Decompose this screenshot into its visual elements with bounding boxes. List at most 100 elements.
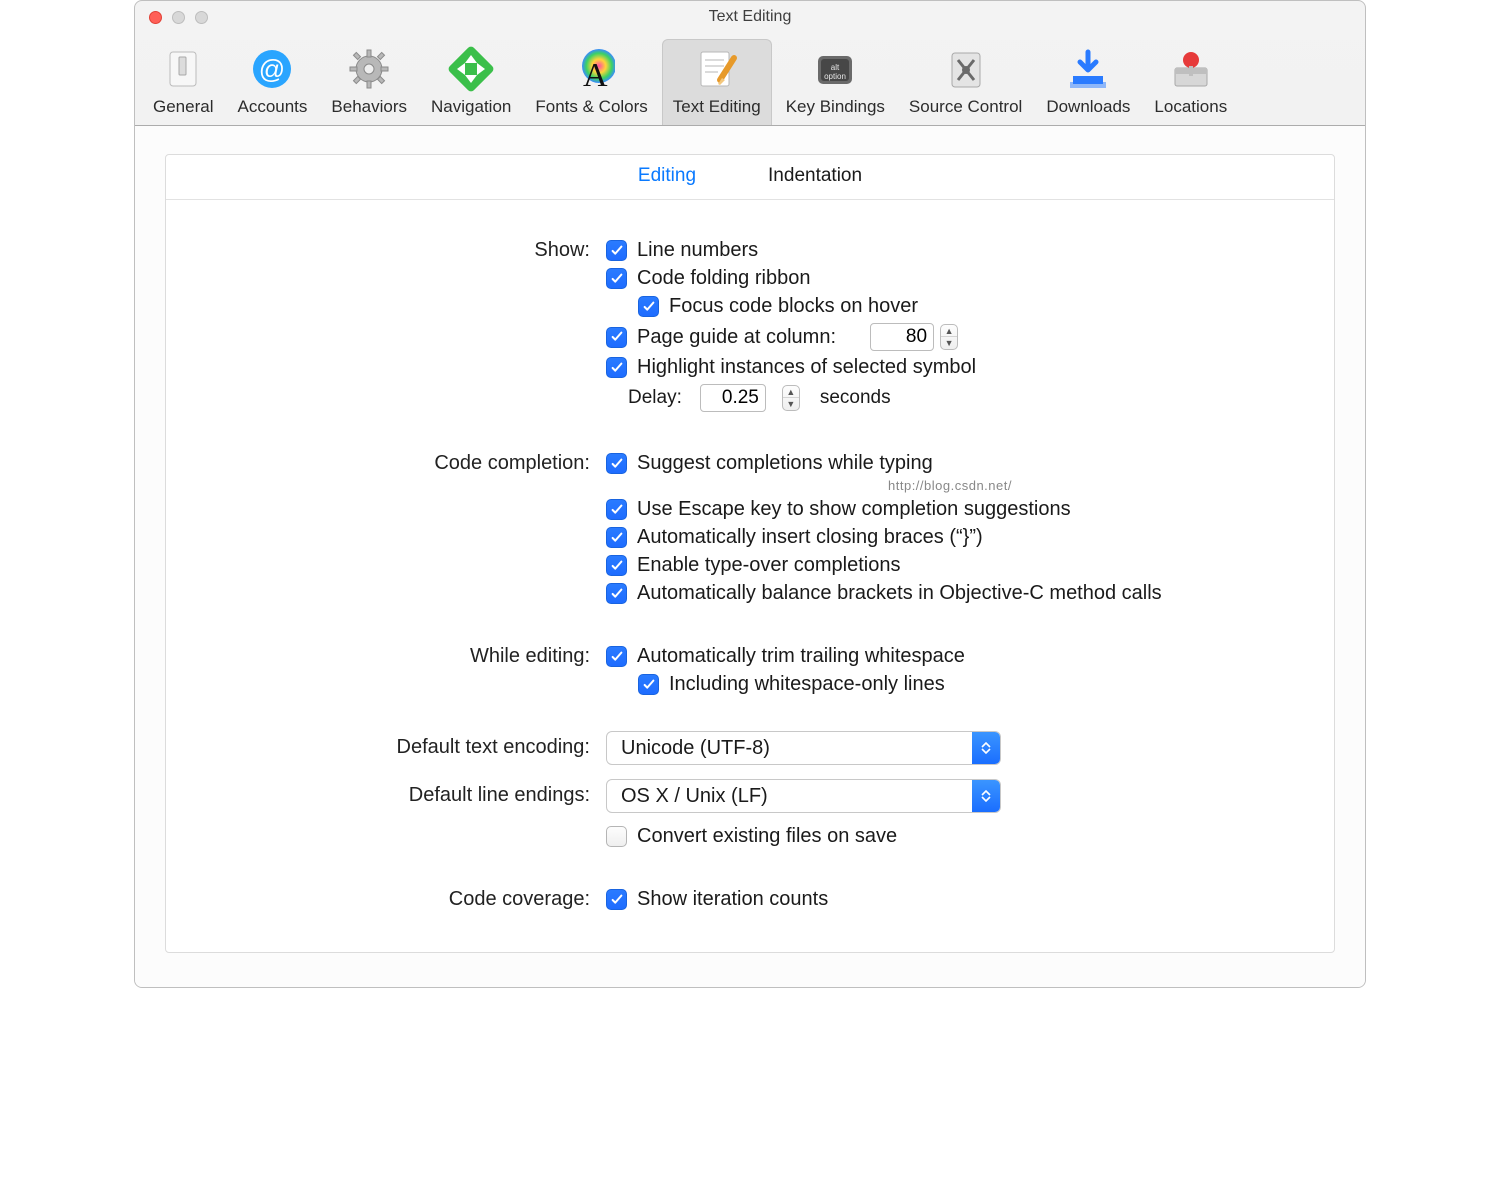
prefs-toolbar: General @ Accounts Behaviors Navigation <box>135 33 1365 126</box>
toolbar-item-fonts-colors[interactable]: A Fonts & Colors <box>525 40 657 125</box>
tabbar: Editing Indentation <box>166 155 1334 200</box>
toolbar-label: Behaviors <box>331 97 407 117</box>
checkbox-suggest[interactable] <box>606 453 627 474</box>
minimize-button[interactable] <box>172 11 185 24</box>
toolbar-item-navigation[interactable]: Navigation <box>421 40 521 125</box>
label-highlight-selected: Highlight instances of selected symbol <box>637 356 976 379</box>
section-coverage: Code coverage: Show iteration counts <box>206 883 1294 916</box>
svg-text:alt: alt <box>831 63 840 72</box>
tab-editing[interactable]: Editing <box>638 165 696 187</box>
toolbar-item-downloads[interactable]: Downloads <box>1036 40 1140 125</box>
page-guide-field[interactable] <box>870 323 934 351</box>
toolbar-label: Text Editing <box>673 97 761 117</box>
checkbox-show-iter[interactable] <box>606 889 627 910</box>
chevron-up-icon[interactable]: ▲ <box>941 325 957 337</box>
updown-icon <box>972 732 1000 764</box>
checkbox-escape[interactable] <box>606 499 627 520</box>
section-while-editing: While editing: Automatically trim traili… <box>206 640 1294 701</box>
key-bindings-icon: altoption <box>812 46 858 92</box>
toolbar-label: Key Bindings <box>786 97 885 117</box>
downloads-icon <box>1065 46 1111 92</box>
tab-indentation[interactable]: Indentation <box>768 165 862 187</box>
lineend-select[interactable]: OS X / Unix (LF) <box>606 779 1001 813</box>
chevron-down-icon[interactable]: ▼ <box>783 398 799 410</box>
checkbox-page-guide[interactable] <box>606 327 627 348</box>
toolbar-item-key-bindings[interactable]: altoption Key Bindings <box>776 40 895 125</box>
label-encoding: Default text encoding: <box>206 731 606 759</box>
toolbar-label: General <box>153 97 213 117</box>
label-typeover: Enable type-over completions <box>637 554 900 577</box>
toolbar-item-text-editing[interactable]: Text Editing <box>662 39 772 125</box>
navigation-icon <box>448 46 494 92</box>
label-coverage: Code coverage: <box>206 883 606 911</box>
label-focus-hover: Focus code blocks on hover <box>669 295 918 318</box>
section-show: Show: Line numbers Code folding ribbon <box>206 234 1294 417</box>
source-control-icon <box>943 46 989 92</box>
updown-icon <box>972 780 1000 812</box>
label-show-iter: Show iteration counts <box>637 888 828 911</box>
checkbox-convert[interactable] <box>606 826 627 847</box>
toolbar-label: Downloads <box>1046 97 1130 117</box>
label-lineend: Default line endings: <box>206 779 606 807</box>
gear-icon <box>346 46 392 92</box>
traffic-lights <box>149 11 208 24</box>
label-code-folding: Code folding ribbon <box>637 267 810 290</box>
label-while-editing: While editing: <box>206 640 606 668</box>
zoom-button[interactable] <box>195 11 208 24</box>
checkbox-typeover[interactable] <box>606 555 627 576</box>
checkbox-focus-hover[interactable] <box>638 296 659 317</box>
toolbar-label: Source Control <box>909 97 1022 117</box>
section-encoding: Default text encoding: Unicode (UTF-8) <box>206 731 1294 765</box>
svg-text:A: A <box>583 57 608 92</box>
checkbox-line-numbers[interactable] <box>606 240 627 261</box>
delay-field[interactable] <box>700 384 766 412</box>
label-escape: Use Escape key to show completion sugges… <box>637 498 1071 521</box>
at-icon: @ <box>249 46 295 92</box>
delay-input[interactable] <box>705 386 761 410</box>
toolbar-label: Locations <box>1154 97 1227 117</box>
toolbar-label: Fonts & Colors <box>535 97 647 117</box>
window-title: Text Editing <box>709 8 792 26</box>
close-button[interactable] <box>149 11 162 24</box>
lineend-value: OS X / Unix (LF) <box>607 785 972 808</box>
checkbox-balance[interactable] <box>606 583 627 604</box>
toolbar-item-source-control[interactable]: Source Control <box>899 40 1032 125</box>
delay-stepper[interactable]: ▲ ▼ <box>782 385 800 411</box>
checkbox-highlight-selected[interactable] <box>606 357 627 378</box>
watermark-text: http://blog.csdn.net/ <box>606 478 1294 493</box>
locations-icon <box>1168 46 1214 92</box>
toolbar-item-behaviors[interactable]: Behaviors <box>321 40 417 125</box>
checkbox-code-folding[interactable] <box>606 268 627 289</box>
page-guide-stepper[interactable]: ▲ ▼ <box>940 324 958 350</box>
preferences-window: Text Editing General @ Accounts Behavior… <box>134 0 1366 988</box>
text-editing-icon <box>694 46 740 92</box>
checkbox-trim[interactable] <box>606 646 627 667</box>
encoding-value: Unicode (UTF-8) <box>607 737 972 760</box>
toolbar-label: Accounts <box>237 97 307 117</box>
toolbar-item-locations[interactable]: Locations <box>1144 40 1237 125</box>
content-wrap: Editing Indentation Show: Line numbers <box>135 126 1365 987</box>
svg-text:@: @ <box>259 54 285 84</box>
label-including-ws: Including whitespace-only lines <box>669 673 945 696</box>
label-page-guide: Page guide at column: <box>637 326 836 349</box>
toolbar-item-general[interactable]: General <box>143 40 223 125</box>
label-suggest: Suggest completions while typing <box>637 452 933 475</box>
checkbox-braces[interactable] <box>606 527 627 548</box>
chevron-down-icon[interactable]: ▼ <box>941 337 957 349</box>
label-delay: Delay: <box>628 387 682 409</box>
toolbar-item-accounts[interactable]: @ Accounts <box>227 40 317 125</box>
titlebar: Text Editing <box>135 1 1365 33</box>
label-seconds: seconds <box>820 387 891 409</box>
section-completion: Code completion: Suggest completions whi… <box>206 447 1294 610</box>
label-trim: Automatically trim trailing whitespace <box>637 645 965 668</box>
checkbox-including-ws[interactable] <box>638 674 659 695</box>
page-guide-input[interactable] <box>875 325 929 349</box>
label-completion: Code completion: <box>206 447 606 475</box>
chevron-up-icon[interactable]: ▲ <box>783 386 799 398</box>
section-lineend: Default line endings: OS X / Unix (LF) <box>206 779 1294 853</box>
label-convert: Convert existing files on save <box>637 825 897 848</box>
content-pane: Editing Indentation Show: Line numbers <box>165 154 1335 953</box>
encoding-select[interactable]: Unicode (UTF-8) <box>606 731 1001 765</box>
fonts-colors-icon: A <box>569 46 615 92</box>
general-icon <box>160 46 206 92</box>
